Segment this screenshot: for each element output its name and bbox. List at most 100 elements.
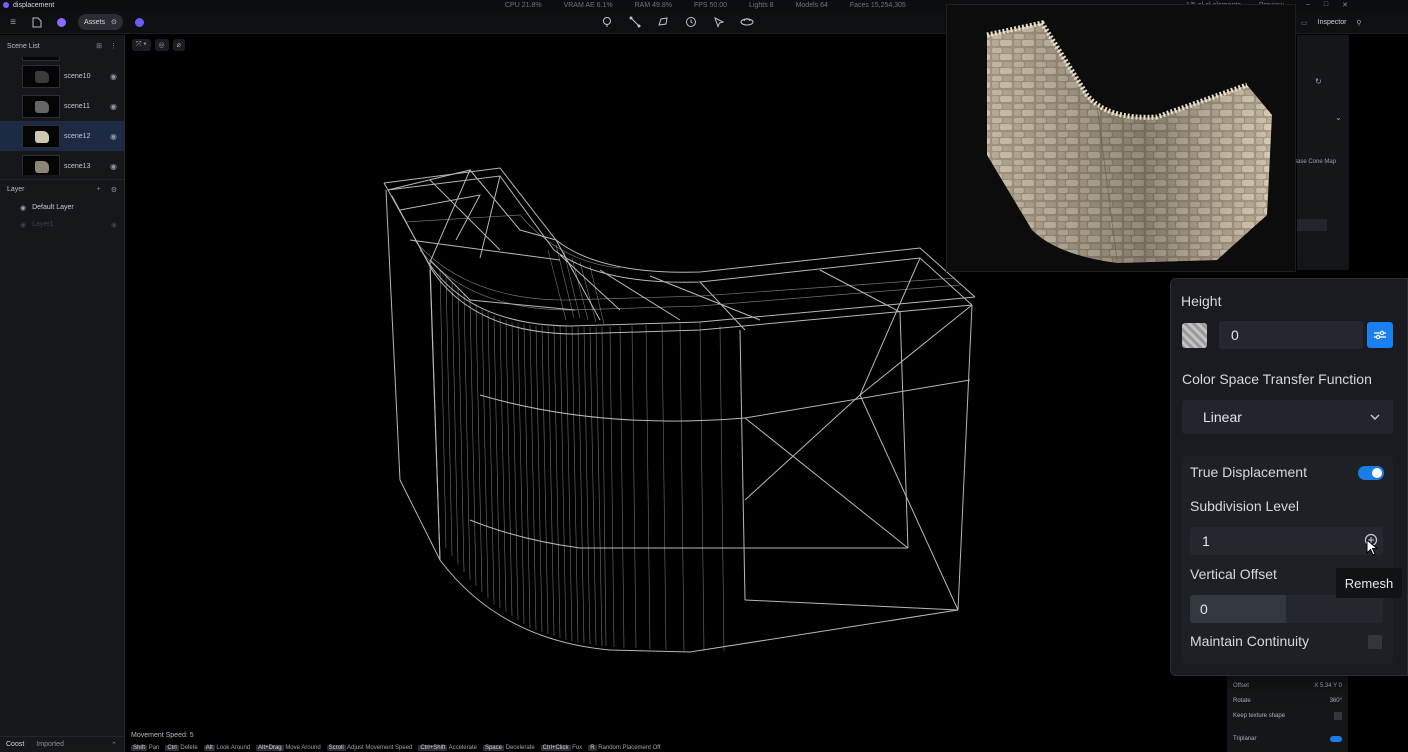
sidebar-footer: Coost Imported ⌃ — [0, 736, 125, 752]
scene-row[interactable]: scene10 ◉ — [0, 61, 124, 91]
collapse-icon[interactable]: ⌃ — [111, 741, 117, 749]
timer-tool-icon[interactable] — [684, 15, 698, 29]
triplanar-row[interactable]: Triplanar — [1233, 731, 1342, 746]
subdivision-label: Subdivision Level — [1190, 498, 1299, 514]
pin-icon[interactable]: ⚲ — [1356, 19, 1361, 27]
height-texture-swatch[interactable] — [1182, 323, 1207, 348]
ai-assistant-icon[interactable] — [133, 15, 147, 29]
more-icon[interactable]: ⋮ — [110, 42, 117, 50]
checkbox[interactable] — [1334, 711, 1342, 720]
layer-name: Default Layer — [32, 204, 74, 211]
app-name: displacement — [13, 1, 55, 9]
maintain-continuity-checkbox[interactable] — [1368, 635, 1382, 649]
chevron-down-icon[interactable]: ⌄ — [1335, 113, 1342, 122]
sliders-icon — [1374, 330, 1386, 340]
movement-speed: Movement Speed: 5 — [131, 732, 194, 739]
scene-row[interactable]: scene11 ◉ — [0, 91, 124, 121]
layer-settings-icon[interactable]: ⚙ — [111, 186, 117, 194]
layer-name: Layer1 — [32, 221, 54, 228]
close-icon[interactable]: ✕ — [1342, 1, 1348, 9]
visibility-eye-icon[interactable]: ◉ — [111, 221, 117, 229]
tab-imported[interactable]: Imported — [36, 741, 64, 748]
chevron-down-icon — [1370, 414, 1380, 420]
scene-row[interactable]: scene13 ◉ — [0, 151, 124, 175]
add-scene-icon[interactable]: ⊞ — [96, 42, 102, 50]
rotate-row[interactable]: Rotate 360° — [1233, 693, 1342, 708]
inspector-lower: Offset X 5.34 Y 0 Rotate 360° Keep textu… — [1227, 672, 1348, 752]
inspector-header: ▭ Inspector ⚲ — [1295, 10, 1408, 35]
hint: Alt+Drag Move Around — [256, 745, 321, 751]
height-input[interactable]: 0 — [1219, 321, 1363, 349]
assets-label: Assets — [84, 18, 106, 26]
stat-models: Models 64 — [795, 1, 828, 9]
visibility-eye-icon[interactable]: ◉ — [20, 221, 26, 229]
scene-thumbnail — [22, 124, 60, 148]
color-space-value: Linear — [1203, 409, 1242, 425]
scene-row-selected[interactable]: scene12 ◉ — [0, 121, 124, 151]
view-tool-icon[interactable] — [740, 15, 754, 29]
scene-name: scene13 — [64, 162, 91, 170]
scene-list-header: Scene List ⊞ ⋮ — [0, 35, 124, 57]
scene-thumbnail — [22, 154, 60, 175]
subdivision-input[interactable]: 1 — [1190, 527, 1383, 555]
scene-thumbnail — [22, 64, 60, 88]
stat-fps: FPS 50.00 — [693, 1, 728, 9]
ai-orb-icon[interactable] — [54, 15, 68, 29]
panel-toggle-icon[interactable]: ▭ — [1301, 19, 1308, 27]
true-displacement-toggle[interactable] — [1358, 466, 1384, 480]
triplanar-toggle[interactable] — [1330, 735, 1342, 742]
visibility-eye-icon[interactable]: ◉ — [110, 162, 117, 171]
select-tool-icon[interactable] — [712, 15, 726, 29]
scene-name: scene11 — [64, 102, 90, 110]
offset-row[interactable]: Offset X 5.34 Y 0 — [1233, 678, 1342, 693]
stat-ram: RAM 49.8% — [634, 1, 672, 9]
tab-coost[interactable]: Coost — [6, 741, 24, 748]
keyboard-hints: Shift Pan Ctrl Delete Alt Look Around Al… — [131, 745, 660, 751]
scene-list: scene10 ◉ scene11 ◉ scene12 ◉ scene13 ◉ — [0, 57, 124, 175]
stat-lights: Lights 8 — [749, 1, 774, 9]
vertical-offset-label: Vertical Offset — [1190, 566, 1277, 582]
add-layer-icon[interactable]: + — [97, 186, 101, 194]
inspector-field[interactable] — [1297, 219, 1327, 231]
stone-sofa-render — [986, 20, 1272, 263]
minimize-icon[interactable]: – — [1306, 1, 1310, 9]
vertical-offset-value: 0 — [1200, 601, 1208, 617]
lasso-tool-icon[interactable] — [656, 15, 670, 29]
cone-map-button[interactable]: Base Cone Map — [1293, 159, 1336, 165]
scene-thumbnail — [22, 94, 60, 118]
visibility-eye-icon[interactable]: ◉ — [110, 72, 117, 81]
visibility-eye-icon[interactable]: ◉ — [110, 132, 117, 141]
hint: Alt Look Around — [203, 745, 251, 751]
perf-stats: CPU 21.8% VRAM AE 6.1% RAM 49.8% FPS 50.… — [505, 2, 906, 9]
vertical-offset-slider[interactable]: 0 — [1190, 595, 1383, 623]
true-displacement-label: True Displacement — [1190, 464, 1307, 480]
hint: Scroll Adjust Movement Speed — [326, 745, 413, 751]
height-label: Height — [1181, 293, 1222, 309]
visibility-eye-icon[interactable]: ◉ — [20, 204, 26, 212]
inspector-title: Inspector — [1317, 19, 1347, 26]
scene-name: scene12 — [64, 132, 91, 140]
pin-tool-icon[interactable] — [600, 15, 614, 29]
window-controls: – □ ✕ — [1306, 1, 1348, 9]
hint: Ctrl+Shift Accelerate — [418, 745, 477, 751]
assets-button[interactable]: Assets ⊙ — [78, 14, 123, 30]
color-space-select[interactable]: Linear — [1182, 400, 1393, 434]
app-logo-icon — [3, 2, 9, 8]
displacement-panel: Height 0 Color Space Transfer Function L… — [1170, 278, 1408, 676]
line-tool-icon[interactable] — [628, 15, 642, 29]
refresh-icon[interactable]: ↻ — [1315, 77, 1322, 86]
layer-row[interactable]: ◉ Default Layer — [0, 199, 124, 216]
new-file-icon[interactable] — [30, 15, 44, 29]
layer-title: Layer — [7, 186, 25, 193]
scene-name: scene10 — [64, 72, 91, 80]
hint: Shift Pan — [131, 745, 160, 751]
hint: R Random Placement Off — [588, 745, 661, 751]
layer-row[interactable]: ◉ Layer1 ◉ — [0, 216, 124, 233]
hint: Space Decelerate — [482, 745, 535, 751]
scene-list-title: Scene List — [7, 42, 40, 50]
keep-texture-row[interactable]: Keep texture shape — [1233, 708, 1342, 723]
maximize-icon[interactable]: □ — [1324, 1, 1328, 9]
menu-icon[interactable]: ≡ — [6, 15, 20, 29]
height-settings-button[interactable] — [1367, 322, 1393, 348]
visibility-eye-icon[interactable]: ◉ — [110, 102, 117, 111]
